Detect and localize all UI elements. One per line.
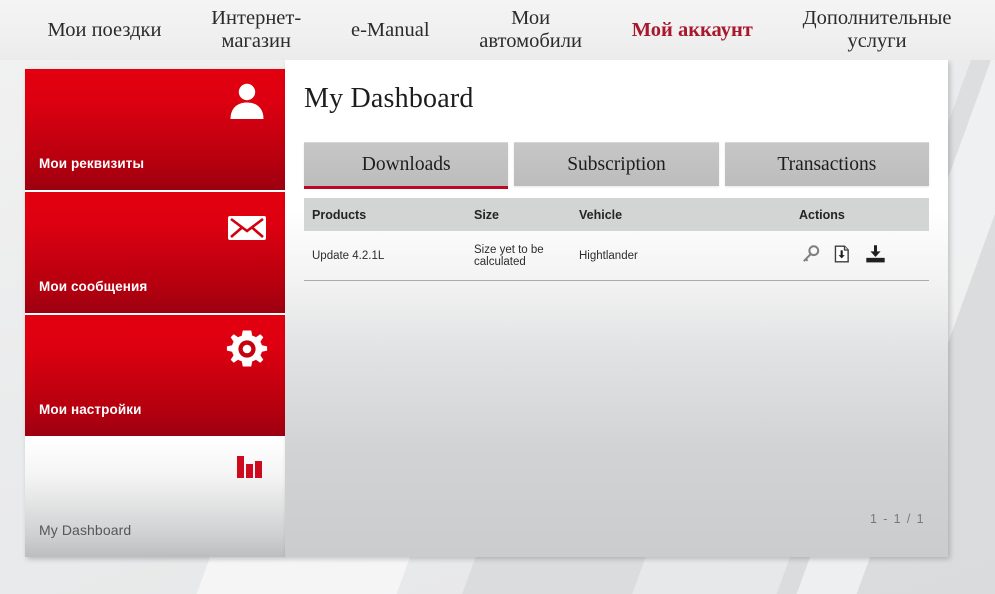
sidebar-item-label: Мои настройки: [39, 402, 142, 417]
top-navigation-list: Мои поездки Интернет- магазин e-Manual М…: [18, 7, 978, 53]
install-icon: [865, 244, 886, 267]
column-header-products: Products: [312, 207, 367, 222]
envelope-icon: [225, 206, 269, 250]
sidebar-item-my-details[interactable]: Мои реквизиты: [25, 69, 285, 192]
tab-subscription[interactable]: Subscription: [514, 142, 719, 186]
table-row: Update 4.2.1L Size yet to be calculated …: [304, 231, 929, 281]
action-install[interactable]: [863, 244, 887, 268]
nav-my-cars[interactable]: Мои автомобили: [479, 7, 582, 53]
nav-my-trips[interactable]: Мои поездки: [48, 19, 162, 42]
top-navigation-bar: Мои поездки Интернет- магазин e-Manual М…: [0, 0, 995, 60]
document-down-icon: [833, 244, 851, 267]
tab-bar: Downloads Subscription Transactions: [304, 142, 929, 189]
nav-extra-services[interactable]: Дополнительные услуги: [803, 7, 952, 53]
cell-vehicle: Hightlander: [579, 249, 638, 262]
table-header-row: Products Size Vehicle Actions: [304, 198, 929, 231]
nav-my-account[interactable]: Мой аккаунт: [632, 19, 753, 42]
content-background: [285, 60, 948, 557]
tab-downloads[interactable]: Downloads: [304, 142, 509, 189]
sidebar-item-my-messages[interactable]: Мои сообщения: [25, 192, 285, 315]
action-activation-key[interactable]: [799, 244, 821, 268]
content-panel: My Dashboard Downloads Subscription Tran…: [285, 60, 948, 557]
action-download-file[interactable]: [831, 244, 853, 268]
sidebar-item-label: My Dashboard: [39, 522, 132, 538]
column-header-actions: Actions: [799, 207, 845, 222]
nav-e-manual[interactable]: e-Manual: [351, 19, 430, 42]
cell-actions: [799, 244, 929, 268]
cell-size: Size yet to be calculated: [474, 243, 544, 268]
person-icon: [225, 79, 269, 123]
page-stage: Мои реквизиты Мои сообщения Мои настройк…: [0, 60, 995, 560]
downloads-table: Products Size Vehicle Actions Update 4.2…: [304, 198, 929, 281]
page-title: My Dashboard: [304, 83, 474, 114]
pagination-label: 1 - 1 / 1: [870, 512, 925, 526]
sidebar-item-label: Мои реквизиты: [39, 156, 145, 171]
gear-icon: [225, 327, 269, 371]
sidebar: Мои реквизиты Мои сообщения Мои настройк…: [25, 69, 285, 557]
key-icon: [801, 244, 820, 267]
nav-online-store[interactable]: Интернет- магазин: [211, 7, 301, 53]
bar-chart-icon: [235, 452, 265, 482]
column-header-vehicle: Vehicle: [579, 207, 623, 222]
sidebar-item-label: Мои сообщения: [39, 279, 148, 294]
cell-products: Update 4.2.1L: [312, 249, 385, 262]
tab-transactions[interactable]: Transactions: [724, 142, 929, 186]
column-header-size: Size: [474, 207, 500, 222]
sidebar-item-my-settings[interactable]: Мои настройки: [25, 315, 285, 438]
sidebar-item-my-dashboard[interactable]: My Dashboard: [25, 438, 285, 557]
